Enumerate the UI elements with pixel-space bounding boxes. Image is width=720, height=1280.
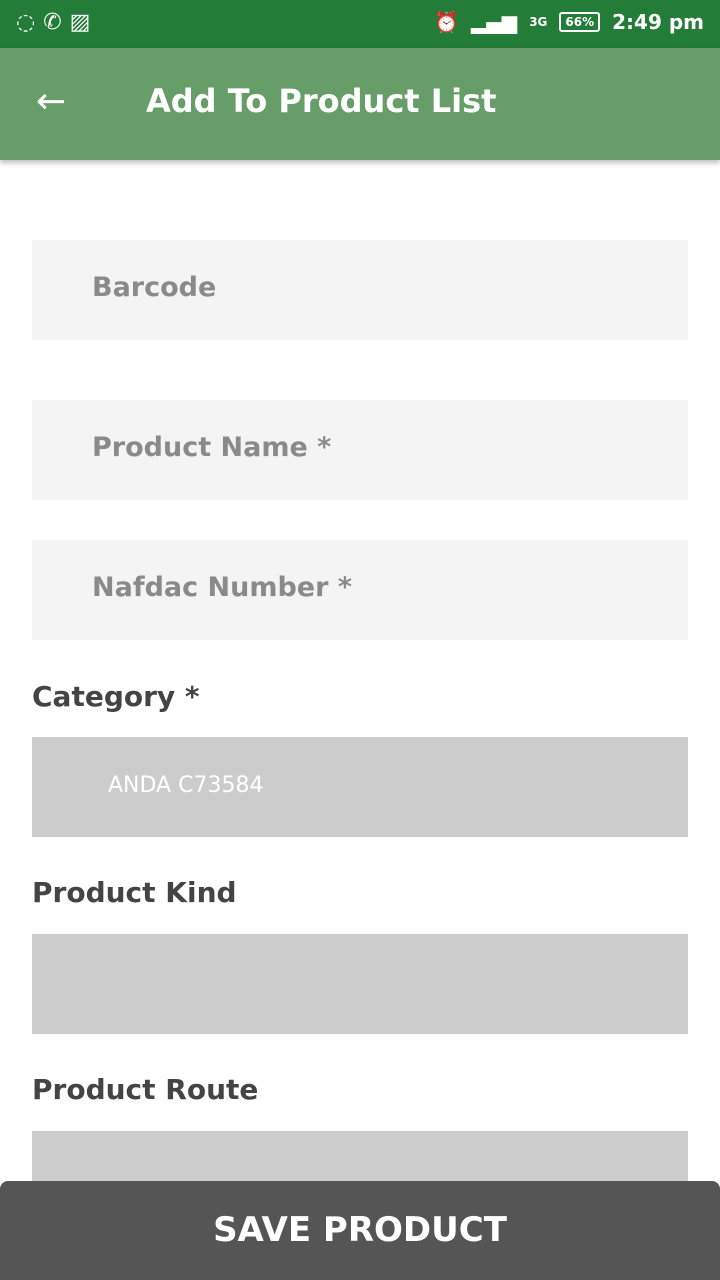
signal-3g-icon: 3G <box>529 15 548 29</box>
product-kind-select[interactable] <box>32 934 688 1034</box>
save-product-button[interactable]: SAVE PRODUCT <box>0 1181 720 1280</box>
product-name-input[interactable]: Product Name * <box>32 400 688 500</box>
app-bar: ← Add To Product List <box>0 48 720 160</box>
alarm-icon: ⏰ <box>434 10 460 34</box>
arrow-left-icon[interactable]: ← <box>36 82 66 122</box>
status-bar: ◌ ✆ ▨ ⏰ ▂▄▆ 3G 66% 2:49 pm <box>0 0 720 48</box>
product-kind-label: Product Kind <box>32 876 237 909</box>
image-icon: ▨ <box>69 10 91 35</box>
nafdac-number-input[interactable]: Nafdac Number * <box>32 540 688 640</box>
category-label: Category * <box>32 680 200 713</box>
clock: 2:49 pm <box>612 10 704 34</box>
category-select[interactable]: ANDA C73584 <box>32 737 688 837</box>
whatsapp-icon: ✆ <box>43 10 62 35</box>
barcode-input[interactable]: Barcode <box>32 240 688 340</box>
sync-icon: ◌ <box>16 10 36 35</box>
battery-icon: 66% <box>559 12 601 32</box>
product-route-label: Product Route <box>32 1073 259 1106</box>
signal-icon: ▂▄▆ <box>471 10 518 34</box>
page-title: Add To Product List <box>146 82 497 120</box>
